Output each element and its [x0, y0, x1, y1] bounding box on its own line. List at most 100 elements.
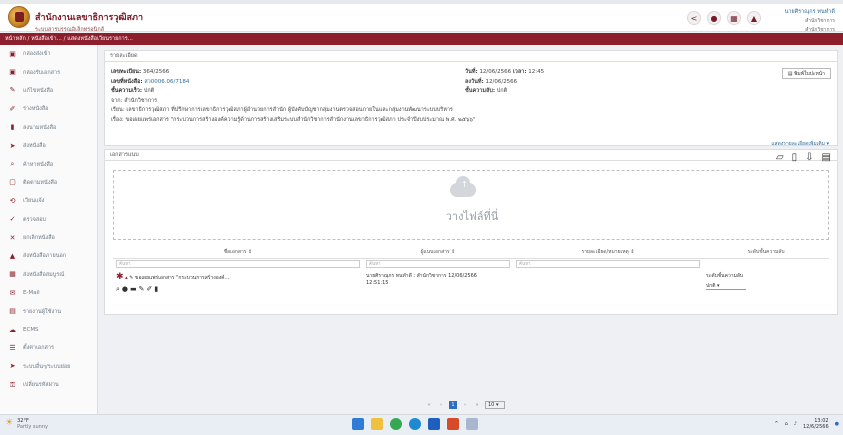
sidebar: ▣ กล่องส่งเข้า ▣ กล่องรับเอกสาร ✎ แก้ไขหนังสื… [0, 45, 98, 414]
next-page-button[interactable]: › [461, 401, 469, 409]
last-page-button[interactable]: » [473, 401, 481, 409]
from-label: จาก: [111, 97, 123, 104]
col-doc-name[interactable]: ชื่อเอกสาร ⇕ [113, 247, 363, 259]
weather-desc: Partly sunny [17, 424, 48, 430]
doc-name-link[interactable]: ✎ ขอเผยแพร่เอกสาร "กระบวนการสร้างองค์... [129, 275, 229, 281]
sidebar-item[interactable]: ▮ ลงนามหนังสือ [0, 119, 97, 137]
edge-icon[interactable] [409, 418, 421, 430]
sidebar-item[interactable]: ✐ ร่างหนังสือ [0, 100, 97, 118]
chevron-down-icon: ▾ [826, 141, 829, 147]
filter-note[interactable]: ค้นหา [516, 259, 700, 268]
send-icon: ➤ [9, 141, 16, 150]
ref-link[interactable]: สว0006.06/7184 [144, 79, 189, 85]
sidebar-item[interactable]: ▣ กล่องรับเอกสาร [0, 63, 97, 81]
sidebar-item[interactable]: ☁ ECMS [0, 321, 97, 339]
brand: สำนักงานเลขาธิการวุฒิสภา ระบบสารบรรณอิเล… [35, 10, 143, 34]
prev-page-button[interactable]: ‹ [437, 401, 445, 409]
sidebar-item[interactable]: ✎ แก้ไขหนังสือ [0, 82, 97, 100]
ref-label: เลขที่หนังสือ: [111, 78, 143, 85]
windows-start-icon[interactable] [352, 418, 364, 430]
user-role: สำนักวิชาการ [805, 18, 835, 24]
sidebar-item[interactable]: ⚿ เปลี่ยนรหัสผ่าน [0, 376, 97, 394]
doc-no-label: เลขทะเบียน: [111, 69, 142, 75]
sidebar-item[interactable]: ▦ ส่งหนังสือสมบูรณ์ [0, 266, 97, 284]
filter-row: ค้นหา ค้นหา ค้นหา [113, 258, 829, 269]
user-icon[interactable]: ▲ [747, 11, 761, 25]
user-info[interactable]: นายศิราณุกร ทนทำดี สำนักวิชาการ สำนักวิช… [763, 8, 835, 34]
volume-icon[interactable]: ♪ [794, 421, 797, 427]
share-icon[interactable]: < [687, 11, 701, 25]
sidebar-item[interactable]: ▣ กล่องส่งเข้า [0, 45, 97, 63]
filter-uploader[interactable]: ค้นหา [366, 259, 510, 268]
bell-icon[interactable]: ● [707, 11, 721, 25]
sidebar-item[interactable]: ▢ ติดตามหนังสือ [0, 174, 97, 192]
sidebar-item-label: ECMS [23, 327, 39, 334]
send-icon: ➤ [9, 362, 16, 371]
report-icon: ▤ [9, 307, 16, 316]
folder-open-icon[interactable]: ▱ [776, 152, 784, 163]
org-title: สำนักงานเลขาธิการวุฒิสภา [35, 13, 144, 23]
level-select[interactable]: ปกติ ▾ [706, 282, 746, 290]
book-icon: ▦ [9, 270, 16, 279]
weather-widget[interactable]: ☀ 32°F Partly sunny [5, 418, 48, 430]
delete-icon[interactable]: ▮ [154, 285, 160, 293]
os-taskbar: ☀ 32°F Partly sunny ^ ⌂ ♪ 13:02 12/6/256… [0, 414, 843, 435]
office-icon[interactable] [447, 418, 459, 430]
clock-date: 12/6/2566 [802, 424, 829, 430]
sidebar-item[interactable]: ✉ E-Mail [0, 284, 97, 302]
sidebar-item-label: ส่งหนังสือ [23, 143, 46, 150]
page-size-select[interactable]: 10 ▾ [485, 401, 505, 409]
chevron-up-icon[interactable]: ^ [774, 421, 778, 427]
file-dropzone[interactable]: ↑ วางไฟล์ที่นี่ [113, 170, 829, 240]
sidebar-item[interactable]: ⟲ เวียนแจ้ง [0, 192, 97, 210]
sidebar-item[interactable]: ➤ ส่งหนังสือ [0, 137, 97, 155]
draft-icon: ✐ [9, 104, 16, 113]
check-icon: ✓ [9, 215, 16, 224]
sidebar-item[interactable]: ⌕ ค้าหาหนังสือ [0, 155, 97, 173]
user-name: นายศิราณุกร ทนทำดี [784, 9, 835, 15]
filter-doc-name[interactable]: ค้นหา [116, 259, 360, 268]
notification-icon[interactable]: ● [835, 421, 839, 427]
more-details-link[interactable]: แสดงรายละเอียดเพิ่มเติม ▾ [771, 140, 829, 148]
clock[interactable]: 13:02 12/6/2566 [803, 418, 829, 430]
breadcrumb[interactable]: หน้าหลัก / หนังสือเข้า... / แสดงหนังสือเ… [0, 33, 843, 45]
attachments-card: เอกสารแนบ ▱ ▯ ⇩ ▤ ↑ วางไฟล์ที่นี่ ชื่อเอ… [104, 149, 838, 409]
sidebar-item[interactable]: ▲ ส่งหนังสือภายนอก [0, 247, 97, 265]
outlook-icon[interactable] [428, 418, 440, 430]
warning-icon: ▲ [9, 251, 16, 260]
sidebar-item[interactable]: ☰ ตั้งค่าเอกสาร [0, 339, 97, 357]
sidebar-item[interactable]: ▤ รายงานผู้ใช้งาน [0, 302, 97, 320]
pin-icon[interactable]: ✱ [116, 272, 124, 282]
grid-icon[interactable]: ▦ [727, 11, 741, 25]
print-icon[interactable]: ▤ [822, 152, 831, 163]
sidebar-item[interactable]: ✕ ยกเลิกหนังสือ [0, 229, 97, 247]
attachments-table: ชื่อเอกสาร ⇕ ผู้แนบเอกสาร ⇕ รายละเอียด/ห… [113, 247, 829, 299]
sidebar-item[interactable]: ➤ ระบบอื่นๆ/ระบบย่อย [0, 358, 97, 376]
teams-icon[interactable] [466, 418, 478, 430]
sidebar-item-label: รายงานผู้ใช้งาน [23, 308, 61, 315]
inbox-icon: ▣ [9, 49, 16, 58]
date: 12/06/2566 [479, 69, 512, 75]
network-icon[interactable]: ⌂ [785, 421, 788, 427]
uploader: นายศิราณุกร ทนทำดี : สำนักวิชาการ 12/06/… [366, 273, 477, 279]
first-page-button[interactable]: « [425, 401, 433, 409]
table-row: ✱ ▴ ✎ ขอเผยแพร่เอกสาร "กระบวนการสร้างองค… [113, 269, 829, 299]
user-icon[interactable]: ● [122, 285, 130, 293]
search-icon[interactable] [371, 418, 383, 430]
subject: ขอเผยแพร่เอกสาร "กระบวนการสร้างองค์ความร… [125, 116, 476, 123]
col-note[interactable]: รายละเอียด/หมายเหตุ ⇕ [513, 247, 703, 259]
sign-icon[interactable]: ▬ [130, 285, 139, 293]
file-icon[interactable]: ▯ [792, 152, 798, 163]
org-logo[interactable] [8, 6, 30, 28]
sidebar-item[interactable]: ✓ ตรวจสอบ [0, 211, 97, 229]
col-uploader[interactable]: ผู้แนบเอกสาร ⇕ [363, 247, 513, 259]
edit-icon[interactable]: ✎ [139, 285, 147, 293]
chrome-icon[interactable] [390, 418, 402, 430]
print-cover-button[interactable]: ▤ พิมพ์ใบปะหน้า [781, 68, 831, 79]
pencil-icon: ✎ [9, 86, 16, 95]
speed-label: ชั้นความเร็ว: [111, 88, 143, 94]
level-label: ระดับชั้นความลับ [706, 273, 744, 279]
page-current[interactable]: 1 [449, 401, 457, 409]
cancel-icon: ✕ [9, 233, 16, 242]
download-icon[interactable]: ⇩ [805, 152, 813, 163]
